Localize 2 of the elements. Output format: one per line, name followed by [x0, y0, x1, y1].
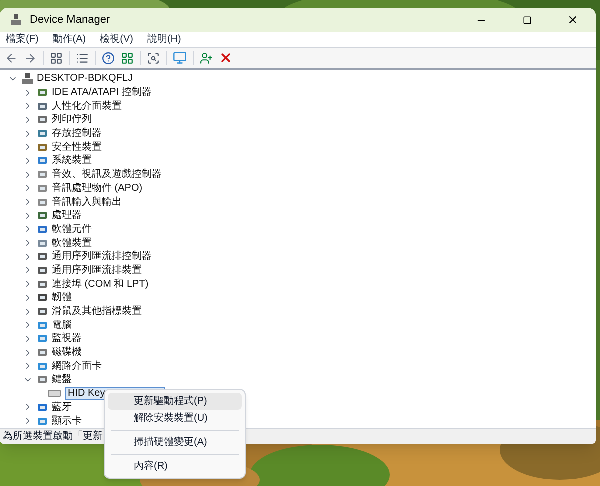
- window-title: Device Manager: [30, 12, 110, 28]
- status-text: 為所選裝置啟動「更新: [3, 430, 103, 444]
